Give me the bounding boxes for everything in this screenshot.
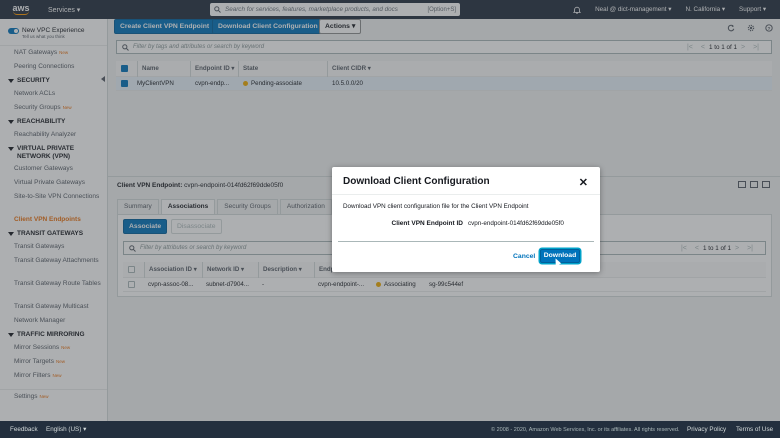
download-config-modal: Download Client Configuration ✕ Download… (332, 167, 600, 272)
close-icon[interactable]: ✕ (579, 176, 588, 189)
endpoint-id-label: Client VPN Endpoint ID (391, 220, 464, 227)
cancel-button[interactable]: Cancel (513, 253, 535, 260)
endpoint-id-value: cvpn-endpoint-014fd62f69dde05f0 (468, 220, 564, 227)
feedback-link[interactable]: Feedback (10, 426, 38, 433)
privacy-link[interactable]: Privacy Policy (687, 426, 726, 433)
modal-footer-divider (338, 241, 594, 242)
modal-title: Download Client Configuration (343, 176, 490, 187)
terms-link[interactable]: Terms of Use (736, 426, 773, 433)
footer: Feedback English (US) ▾ © 2008 - 2020, A… (0, 421, 780, 438)
modal-description: Download VPN client configuration file f… (343, 203, 529, 210)
modal-divider (332, 194, 600, 195)
copyright-text: © 2008 - 2020, Amazon Web Services, Inc.… (491, 427, 680, 433)
language-selector[interactable]: English (US) ▾ (46, 426, 86, 433)
